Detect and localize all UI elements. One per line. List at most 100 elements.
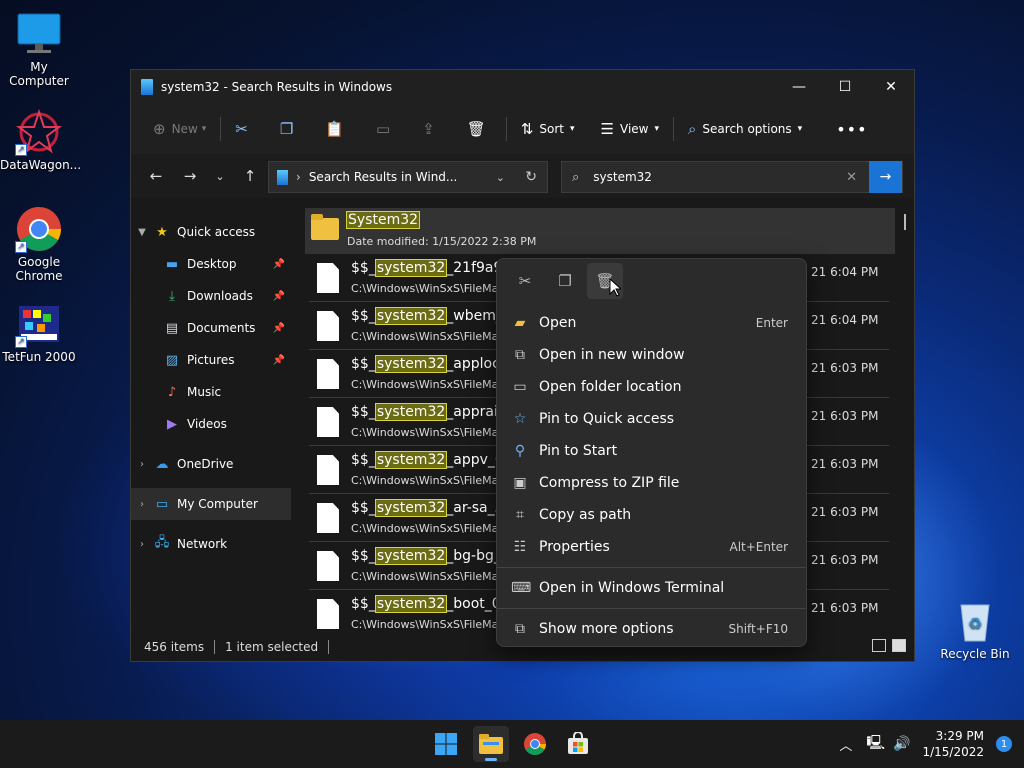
- copy-button[interactable]: ❐: [274, 113, 305, 145]
- file-row-selected[interactable]: System32 Date modified: 1/15/2022 2:38 P…: [305, 208, 895, 254]
- nav-music[interactable]: ♪ Music: [131, 376, 291, 408]
- recycle-bin-icon: ♻: [951, 597, 999, 645]
- chevron-down-icon: ⌄: [215, 169, 225, 183]
- sort-icon: ⇅: [520, 120, 534, 138]
- menu-item-pin-quick-access[interactable]: ☆ Pin to Quick access: [497, 403, 806, 435]
- items-count: 456 items: [144, 640, 205, 654]
- close-button[interactable]: ✕: [868, 70, 914, 104]
- minimize-button[interactable]: —: [776, 70, 822, 104]
- desktop-icon-my-computer[interactable]: My Computer: [0, 10, 78, 88]
- new-button[interactable]: ⊕ New ▾: [147, 113, 212, 145]
- delete-button[interactable]: 🗑: [461, 113, 498, 145]
- search-options-button[interactable]: ⌕ Search options ▾: [682, 113, 808, 145]
- nav-label: Quick access: [177, 225, 256, 239]
- properties-icon: ☷: [513, 539, 527, 555]
- network-icon: 🖧: [154, 535, 170, 550]
- menu-item-open[interactable]: ▰ Open Enter: [497, 307, 806, 339]
- desktop-icon-chrome[interactable]: ↗ Google Chrome: [0, 205, 78, 283]
- taskbar-file-explorer[interactable]: [473, 726, 509, 762]
- share-button[interactable]: ⇪: [416, 113, 447, 145]
- star-outline-icon: ☆: [513, 411, 527, 427]
- recent-locations-button[interactable]: ⌄: [205, 161, 235, 191]
- file-name: $$_system32_appraise: [351, 403, 514, 421]
- menu-item-copy-as-path[interactable]: ⌗ Copy as path: [497, 499, 806, 531]
- desktop-icon-label: My Computer: [9, 60, 69, 88]
- nav-onedrive[interactable]: › ☁ OneDrive: [131, 448, 291, 480]
- search-go-button[interactable]: →: [869, 161, 902, 193]
- monitor-icon: [15, 10, 63, 58]
- nav-desktop[interactable]: ▬ Desktop 📌: [131, 248, 291, 280]
- rename-button[interactable]: ▭: [370, 113, 402, 145]
- nav-my-computer[interactable]: › ▭ My Computer: [131, 488, 291, 520]
- nav-network[interactable]: › 🖧 Network: [131, 528, 291, 560]
- menu-item-compress-zip[interactable]: ▣ Compress to ZIP file: [497, 467, 806, 499]
- nav-downloads[interactable]: ⤓ Downloads 📌: [131, 280, 291, 312]
- network-icon[interactable]: 🖳: [866, 732, 885, 756]
- more-options-button[interactable]: •••: [830, 113, 873, 145]
- star-logo-icon: ↗: [15, 108, 63, 156]
- pin-icon: 📌: [272, 258, 285, 270]
- view-button[interactable]: ☰ View ▾: [595, 113, 665, 145]
- copy-icon[interactable]: ❐: [547, 263, 583, 299]
- file-icon: [317, 263, 339, 293]
- clear-search-icon[interactable]: ✕: [846, 170, 857, 185]
- nav-pictures[interactable]: ▨ Pictures 📌: [131, 344, 291, 376]
- details-view-icon[interactable]: [872, 639, 886, 652]
- menu-item-open-terminal[interactable]: ⌨ Open in Windows Terminal: [497, 572, 806, 604]
- nav-quick-access[interactable]: ▼ ★ Quick access: [131, 216, 291, 248]
- desktop-icon-datawagon[interactable]: ↗ DataWagon...: [0, 108, 81, 172]
- monitor-icon: ▭: [155, 496, 169, 512]
- up-button[interactable]: ↑: [235, 161, 265, 191]
- chevron-right-icon[interactable]: ›: [131, 539, 153, 550]
- command-bar: ⊕ New ▾ ✂ ❐ 📋 ▭ ⇪ 🗑 ⇅ Sort ▾ ☰ View ▾ ⌕ Search …: [131, 104, 914, 154]
- paste-button[interactable]: 📋: [319, 113, 356, 145]
- title-bar[interactable]: system32 - Search Results in Windows — ☐…: [131, 70, 914, 104]
- file-icon: [317, 455, 339, 485]
- menu-item-open-folder-location[interactable]: ▭ Open folder location: [497, 371, 806, 403]
- menu-shortcut: Enter: [755, 316, 788, 330]
- menu-item-open-new-window[interactable]: ⧉ Open in new window: [497, 339, 806, 371]
- file-name: $$_system32_appv_06: [351, 451, 513, 469]
- file-path: C:\Windows\WinSxS\FileMa: [351, 618, 499, 631]
- tiles-view-icon[interactable]: [892, 639, 906, 652]
- cut-button[interactable]: ✂: [229, 113, 260, 145]
- file-date: 21 6:03 PM: [811, 553, 879, 567]
- chevron-down-icon[interactable]: ▼: [131, 227, 153, 238]
- search-box[interactable]: ⌕ system32 ✕ →: [561, 161, 903, 193]
- address-dropdown-icon[interactable]: ⌄: [496, 171, 505, 184]
- file-path: C:\Windows\WinSxS\FileMa: [351, 330, 499, 343]
- volume-icon[interactable]: 🔊: [893, 736, 910, 752]
- forward-button[interactable]: →: [175, 161, 205, 191]
- clock[interactable]: 3:29 PM 1/15/2022: [922, 728, 984, 760]
- search-input[interactable]: system32: [593, 170, 652, 184]
- maximize-button[interactable]: ☐: [822, 70, 868, 104]
- notification-badge[interactable]: 1: [996, 736, 1012, 752]
- cut-icon[interactable]: ✂: [507, 263, 543, 299]
- nav-videos[interactable]: ▶ Videos: [131, 408, 291, 440]
- file-path: C:\Windows\WinSxS\FileMa: [351, 378, 499, 391]
- start-button[interactable]: [428, 726, 464, 762]
- folder-open-icon: ▰: [514, 315, 526, 331]
- desktop-icon-tetfun[interactable]: ↗ TetFun 2000: [0, 300, 78, 364]
- nav-label: OneDrive: [177, 457, 234, 471]
- chevron-right-icon[interactable]: ›: [131, 459, 153, 470]
- search-options-label: Search options: [702, 122, 792, 136]
- chevron-right-icon[interactable]: ›: [131, 499, 153, 510]
- desktop-icon-recycle-bin[interactable]: ♻ Recycle Bin: [936, 597, 1014, 661]
- taskbar-chrome[interactable]: [517, 726, 553, 762]
- pictures-icon: ▨: [165, 352, 179, 368]
- back-button[interactable]: ←: [141, 161, 171, 191]
- sort-button[interactable]: ⇅ Sort ▾: [515, 113, 581, 145]
- scrollbar-thumb[interactable]: [904, 214, 906, 230]
- address-bar[interactable]: › Search Results in Wind... ⌄ ↻: [268, 161, 548, 193]
- refresh-icon[interactable]: ↻: [525, 169, 537, 185]
- menu-label: Open in Windows Terminal: [539, 580, 725, 596]
- menu-item-show-more-options[interactable]: ⧉ Show more options Shift+F10: [497, 613, 806, 645]
- nav-documents[interactable]: ▤ Documents 📌: [131, 312, 291, 344]
- taskbar-store[interactable]: [560, 726, 596, 762]
- file-icon: [317, 407, 339, 437]
- menu-item-pin-start[interactable]: ⚲ Pin to Start: [497, 435, 806, 467]
- folder-icon: [311, 214, 339, 240]
- menu-item-properties[interactable]: ☷ Properties Alt+Enter: [497, 531, 806, 563]
- show-hidden-icons-button[interactable]: ︿: [839, 735, 852, 754]
